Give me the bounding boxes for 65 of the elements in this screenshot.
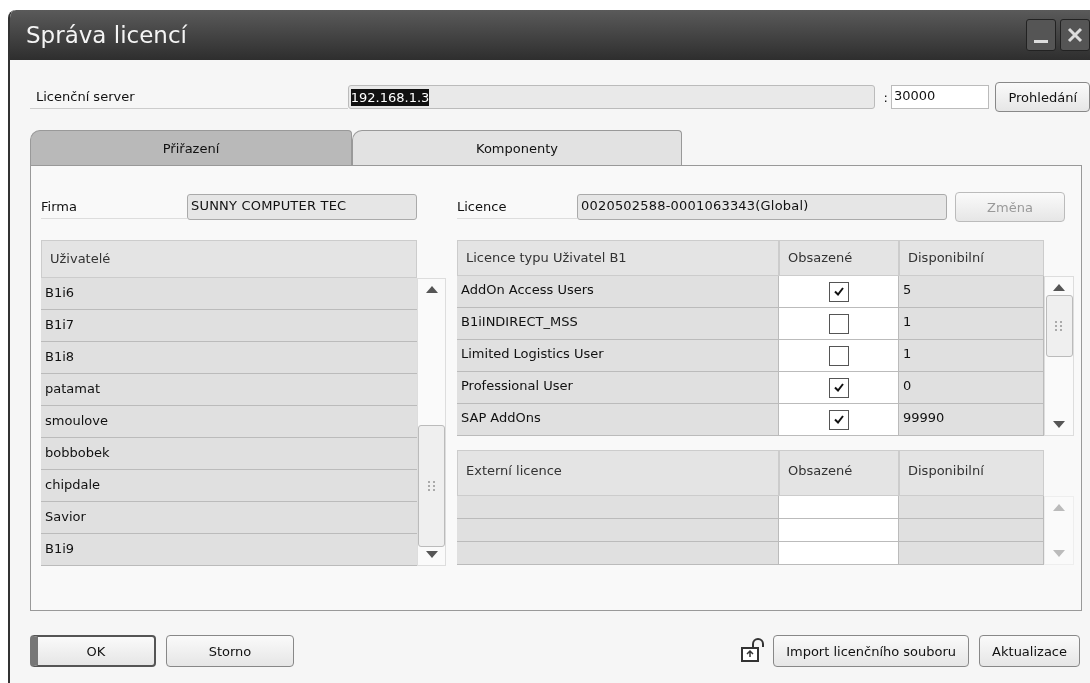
checkmark-icon [833, 415, 844, 424]
column-header: Externí licence [457, 450, 779, 496]
table-cell: 1 [899, 308, 1044, 340]
scroll-thumb[interactable] [418, 425, 445, 547]
user-row[interactable]: Savior [41, 502, 417, 534]
checkmark-icon [833, 383, 844, 392]
server-address-field[interactable]: 192.168.1.3 [347, 85, 875, 109]
user-row[interactable]: chipdale [41, 470, 417, 502]
cancel-button[interactable]: Storno [166, 635, 294, 667]
company-field[interactable]: SUNNY COMPUTER TEC [187, 194, 417, 220]
checkmark-icon [833, 287, 844, 296]
scroll-down-icon [1053, 421, 1065, 429]
user-row[interactable]: smoulove [41, 406, 417, 438]
user-row[interactable]: bobbobek [41, 438, 417, 470]
user-row[interactable]: B1i9 [41, 534, 417, 566]
table-cell: Limited Logistics User [457, 340, 779, 372]
checkbox[interactable] [828, 313, 849, 334]
table-cell: 0 [899, 372, 1044, 404]
ok-button[interactable]: OK [30, 635, 156, 667]
update-button[interactable]: Aktualizace [979, 635, 1080, 667]
scrollbar[interactable] [1044, 496, 1074, 565]
tab[interactable]: Komponenty [352, 130, 682, 165]
scroll-thumb[interactable] [1045, 295, 1073, 357]
column-header: Licence typu Uživatel B1 [457, 240, 779, 276]
table-cell: 5 [899, 276, 1044, 308]
table-cell: Professional User [457, 372, 779, 404]
column-header: Disponibilní [899, 450, 1044, 496]
separator-text: : [883, 89, 888, 105]
user-row[interactable]: B1i8 [41, 342, 417, 374]
scroll-up-icon [1053, 283, 1065, 291]
browse-button[interactable]: Prohledání [995, 82, 1090, 112]
table-cell: 1 [899, 340, 1044, 372]
user-row[interactable]: patamat [41, 374, 417, 406]
checkbox[interactable] [828, 409, 849, 430]
close-icon [1065, 25, 1085, 45]
import-button[interactable]: Import licenčního souboru [773, 635, 970, 667]
server-label: Licenční server [30, 85, 348, 109]
grip-icon [1055, 321, 1063, 331]
table-cell: AddOn Access Users [457, 276, 779, 308]
close-button[interactable] [1060, 19, 1090, 51]
user-row[interactable]: B1i6 [41, 278, 417, 310]
minimize-icon [1034, 39, 1048, 43]
column-header: Uživatelé [41, 240, 417, 278]
checkbox[interactable] [828, 345, 849, 366]
minimize-button[interactable] [1026, 19, 1056, 51]
scroll-up-icon [425, 285, 438, 293]
checkbox[interactable] [828, 377, 849, 398]
window-title: Správa licencí [26, 22, 188, 48]
table-cell: SAP AddOns [457, 404, 779, 436]
grip-icon [427, 481, 436, 491]
table-cell: 99990 [899, 404, 1044, 436]
tab[interactable]: Přiřazení [30, 130, 352, 165]
scroll-down-icon [1053, 550, 1065, 558]
column-header: Obsazené [779, 450, 899, 496]
column-header: Disponibilní [899, 240, 1044, 276]
checkbox[interactable] [828, 281, 849, 302]
scrollbar[interactable] [1044, 276, 1074, 436]
licence-field[interactable]: 0020502588-0001063343(Global) [577, 194, 947, 220]
column-header: Obsazené [779, 240, 899, 276]
user-row[interactable]: B1i7 [41, 310, 417, 342]
port-field[interactable]: 30000 [890, 85, 990, 109]
scroll-up-icon [1053, 503, 1065, 511]
table-cell: B1iINDIRECT_MSS [457, 308, 779, 340]
scrollbar[interactable] [417, 278, 446, 566]
scroll-down-icon [425, 551, 438, 559]
